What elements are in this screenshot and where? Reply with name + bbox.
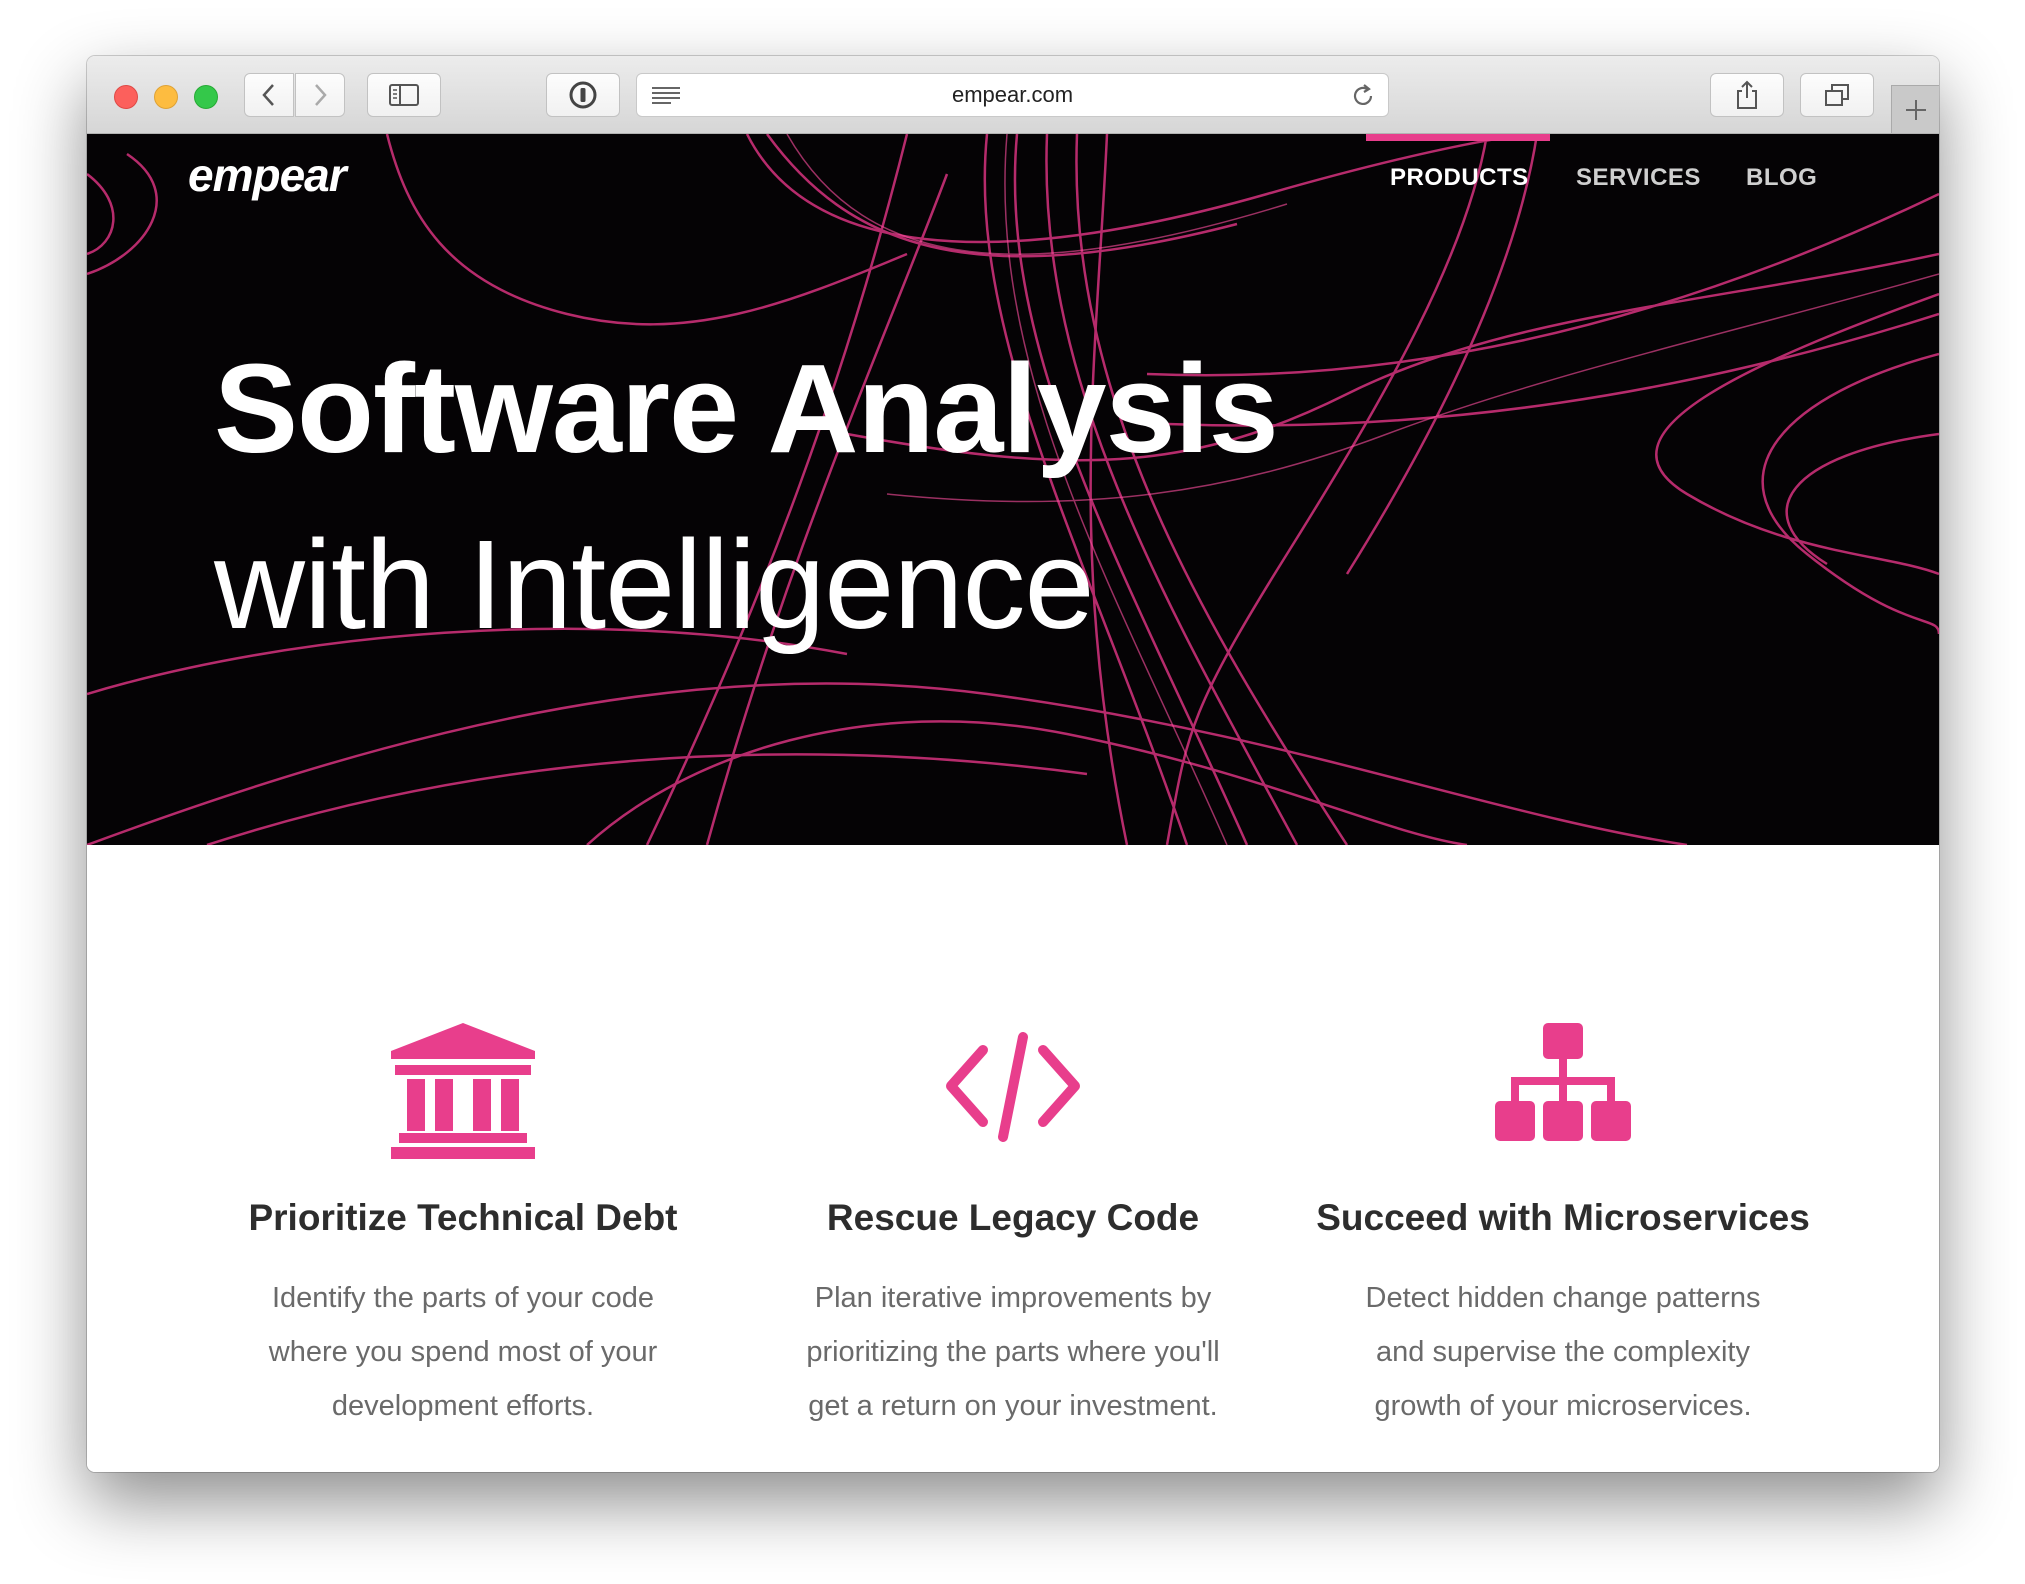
hero-section: empear PRODUCTS SERVICES BLOG Software A… (87, 134, 1939, 845)
hero-headline-line1: Software Analysis (214, 338, 1279, 479)
feature-title: Prioritize Technical Debt (248, 1197, 678, 1238)
forward-button[interactable] (295, 73, 345, 117)
nav-services[interactable]: SERVICES (1576, 164, 1701, 192)
sidebar-icon (389, 84, 419, 106)
browser-window: empear.com empear PRODUCTS SERVICES BLOG… (87, 56, 1939, 1472)
address-url: empear.com (951, 82, 1074, 107)
hero-background-threads (87, 134, 1939, 845)
features-section: Prioritize Technical Debt Identify the p… (87, 845, 1939, 1472)
tabs-overview-button[interactable] (1800, 73, 1874, 117)
site-logo[interactable]: empear (188, 148, 347, 202)
back-button[interactable] (244, 73, 294, 117)
feature-title: Rescue Legacy Code (826, 1197, 1200, 1238)
minimize-window-button[interactable] (154, 85, 178, 109)
password-manager-button[interactable] (546, 73, 620, 117)
address-bar[interactable]: empear.com (636, 73, 1389, 117)
chevron-right-icon (315, 84, 327, 106)
bank-icon (391, 1023, 535, 1159)
feature-description: Detect hidden change patterns and superv… (1365, 1282, 1761, 1422)
feature-description: Plan iterative improvements by prioritiz… (806, 1282, 1220, 1422)
browser-toolbar: empear.com (87, 56, 1939, 134)
code-icon (946, 1032, 1080, 1142)
sitemap-icon (1495, 1023, 1631, 1141)
tabs-icon (1825, 84, 1849, 106)
new-tab-button[interactable] (1891, 85, 1939, 133)
share-icon (1737, 80, 1757, 109)
feature-title: Succeed with Microservices (1316, 1197, 1810, 1238)
nav-products[interactable]: PRODUCTS (1390, 164, 1529, 192)
reload-icon[interactable] (1350, 83, 1376, 109)
plus-icon (1905, 99, 1926, 120)
feature-description: Identify the parts of your code where yo… (268, 1282, 658, 1422)
nav-blog[interactable]: BLOG (1746, 164, 1817, 192)
close-window-button[interactable] (114, 85, 138, 109)
share-button[interactable] (1710, 73, 1784, 117)
active-nav-indicator (1366, 134, 1550, 141)
chevron-left-icon (262, 84, 274, 106)
zoom-window-button[interactable] (194, 85, 218, 109)
hero-headline-line2: with Intelligence (214, 514, 1095, 655)
sidebar-button[interactable] (367, 73, 441, 117)
keyhole-icon (569, 81, 597, 109)
